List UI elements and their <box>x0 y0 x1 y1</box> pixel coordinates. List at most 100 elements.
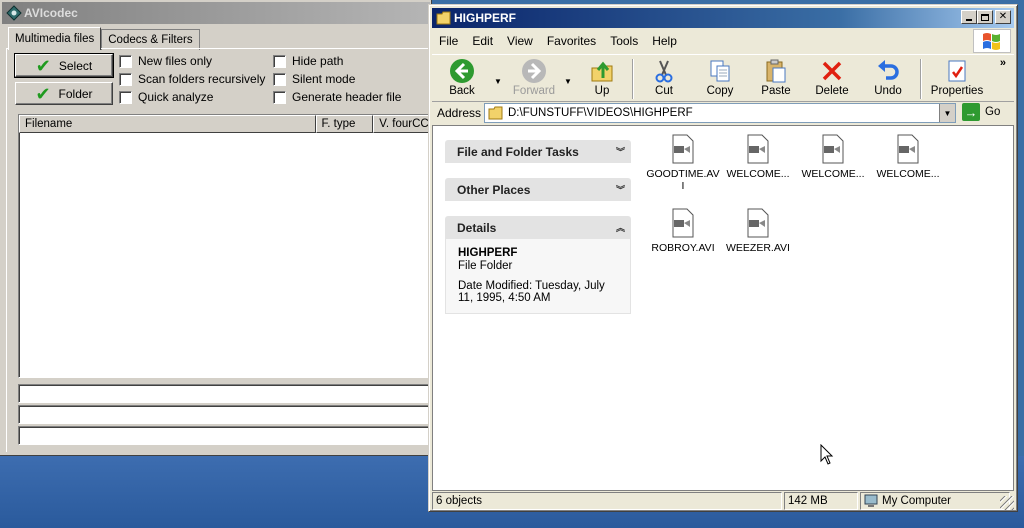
select-button[interactable]: ✔ Select <box>14 53 114 78</box>
mouse-pointer-icon <box>820 444 834 465</box>
quick-analyze-checkbox[interactable]: Quick analyze <box>119 90 213 104</box>
checkbox-label: Generate header file <box>292 90 402 104</box>
folder-button-label: Folder <box>58 86 93 101</box>
file-name: ROBROY.AVI <box>651 242 715 254</box>
scan-recursively-checkbox[interactable]: Scan folders recursively <box>119 72 265 86</box>
checkbox-box[interactable] <box>273 54 286 68</box>
file-item[interactable]: GOODTIME.AVI <box>645 134 721 192</box>
column-filename[interactable]: Filename <box>19 115 316 133</box>
video-file-icon <box>822 134 844 164</box>
address-dropdown-icon[interactable]: ▼ <box>939 104 955 122</box>
windows-logo-icon <box>973 29 1011 53</box>
video-file-icon <box>747 208 769 238</box>
cut-label: Cut <box>655 85 673 97</box>
menu-file[interactable]: File <box>432 34 465 48</box>
file-folder-tasks-header[interactable]: File and Folder Tasks ︾ <box>445 140 631 163</box>
checkmark-icon: ✔ <box>35 83 51 104</box>
checkbox-box[interactable] <box>119 54 132 68</box>
up-label: Up <box>594 85 610 97</box>
details-type: File Folder <box>458 260 513 272</box>
checkbox-box[interactable] <box>273 90 286 104</box>
menu-help[interactable]: Help <box>645 34 684 48</box>
chevron-down-icon[interactable]: ︾ <box>616 183 625 196</box>
toolbar-overflow-chevron-icon[interactable]: » <box>1000 57 1006 69</box>
status-object-count: 6 objects <box>432 492 782 510</box>
minimize-icon <box>966 19 972 21</box>
menu-favorites[interactable]: Favorites <box>540 34 603 48</box>
column-file-type[interactable]: F. type <box>315 115 374 133</box>
hide-path-checkbox[interactable]: Hide path <box>273 54 343 68</box>
resize-grip[interactable] <box>1000 496 1014 510</box>
details-panel: Details ︽ HIGHPERF File Folder Date Modi… <box>445 216 631 314</box>
scissors-icon <box>650 57 678 85</box>
back-label: Back <box>449 85 475 97</box>
explorer-title-bar[interactable]: HIGHPERF ✕ <box>432 8 1014 28</box>
checkbox-box[interactable] <box>273 72 286 86</box>
paste-icon <box>762 57 790 85</box>
properties-button[interactable]: Properties <box>926 57 988 101</box>
menu-edit[interactable]: Edit <box>465 34 500 48</box>
avicodec-tabs: Multimedia files Codecs & Filters <box>8 27 200 50</box>
silent-mode-checkbox[interactable]: Silent mode <box>273 72 355 86</box>
go-arrow-icon: → <box>962 103 980 121</box>
file-item[interactable]: WELCOME... <box>795 134 871 180</box>
checkbox-box[interactable] <box>119 90 132 104</box>
address-bar: Address D:\FUNSTUFF\VIDEOS\HIGHPERF ▼ → … <box>432 102 1014 124</box>
cut-button[interactable]: Cut <box>638 57 690 101</box>
minimize-button[interactable] <box>961 10 977 24</box>
folder-button[interactable]: ✔ Folder <box>15 82 113 105</box>
forward-dropdown-icon[interactable]: ▼ <box>564 77 572 86</box>
up-button[interactable]: Up <box>576 57 628 101</box>
computer-icon <box>864 494 878 507</box>
file-item[interactable]: WEEZER.AVI <box>720 208 796 254</box>
address-value: D:\FUNSTUFF\VIDEOS\HIGHPERF <box>508 107 693 119</box>
copy-icon <box>706 57 734 85</box>
status-size: 142 MB <box>784 492 858 510</box>
status-location-label: My Computer <box>882 495 952 507</box>
undo-button[interactable]: Undo <box>862 57 914 101</box>
folder-icon <box>436 11 451 25</box>
address-input[interactable]: D:\FUNSTUFF\VIDEOS\HIGHPERF ▼ <box>484 103 956 123</box>
forward-button[interactable]: Forward <box>508 57 560 101</box>
checkbox-label: Quick analyze <box>138 90 214 104</box>
back-dropdown-icon[interactable]: ▼ <box>494 77 502 86</box>
info-field-3 <box>18 426 432 445</box>
video-file-icon <box>672 208 694 238</box>
column-video-fourcc[interactable]: V. fourCC <box>373 115 431 133</box>
file-item[interactable]: WELCOME... <box>720 134 796 180</box>
delete-label: Delete <box>815 85 849 97</box>
menu-view[interactable]: View <box>500 34 540 48</box>
file-name: WELCOME... <box>726 168 790 180</box>
go-button[interactable]: → Go <box>962 103 1000 121</box>
close-button[interactable]: ✕ <box>995 10 1011 24</box>
avicodec-title-bar[interactable]: AVIcodec <box>2 2 430 24</box>
folder-view[interactable]: File and Folder Tasks ︾ Other Places ︾ D… <box>432 125 1014 491</box>
delete-button[interactable]: Delete <box>806 57 858 101</box>
chevron-down-icon[interactable]: ︾ <box>616 145 625 158</box>
checkmark-icon: ✔ <box>35 55 51 76</box>
info-field-1 <box>18 384 432 403</box>
explorer-title: HIGHPERF <box>454 11 517 25</box>
file-item[interactable]: ROBROY.AVI <box>645 208 721 254</box>
undo-icon <box>874 57 902 85</box>
tab-codecs-filters[interactable]: Codecs & Filters <box>101 29 200 50</box>
back-button[interactable]: Back <box>436 57 488 101</box>
details-header[interactable]: Details ︽ <box>445 216 631 239</box>
properties-icon <box>943 57 971 85</box>
copy-button[interactable]: Copy <box>694 57 746 101</box>
checkbox-box[interactable] <box>119 72 132 86</box>
paste-button[interactable]: Paste <box>750 57 802 101</box>
menu-tools[interactable]: Tools <box>603 34 645 48</box>
menu-bar: File Edit View Favorites Tools Help <box>432 30 1014 52</box>
chevron-up-icon[interactable]: ︽ <box>616 221 625 234</box>
tab-multimedia-files[interactable]: Multimedia files <box>8 27 102 50</box>
folder-icon <box>488 106 503 120</box>
other-places-header[interactable]: Other Places ︾ <box>445 178 631 201</box>
new-files-only-checkbox[interactable]: New files only <box>119 54 212 68</box>
file-list[interactable]: Filename F. type V. fourCC <box>18 114 432 378</box>
checkbox-label: Scan folders recursively <box>138 72 266 86</box>
file-item[interactable]: WELCOME... <box>870 134 946 180</box>
checkbox-label: Silent mode <box>292 72 356 86</box>
generate-header-checkbox[interactable]: Generate header file <box>273 90 401 104</box>
maximize-button[interactable] <box>977 10 993 24</box>
